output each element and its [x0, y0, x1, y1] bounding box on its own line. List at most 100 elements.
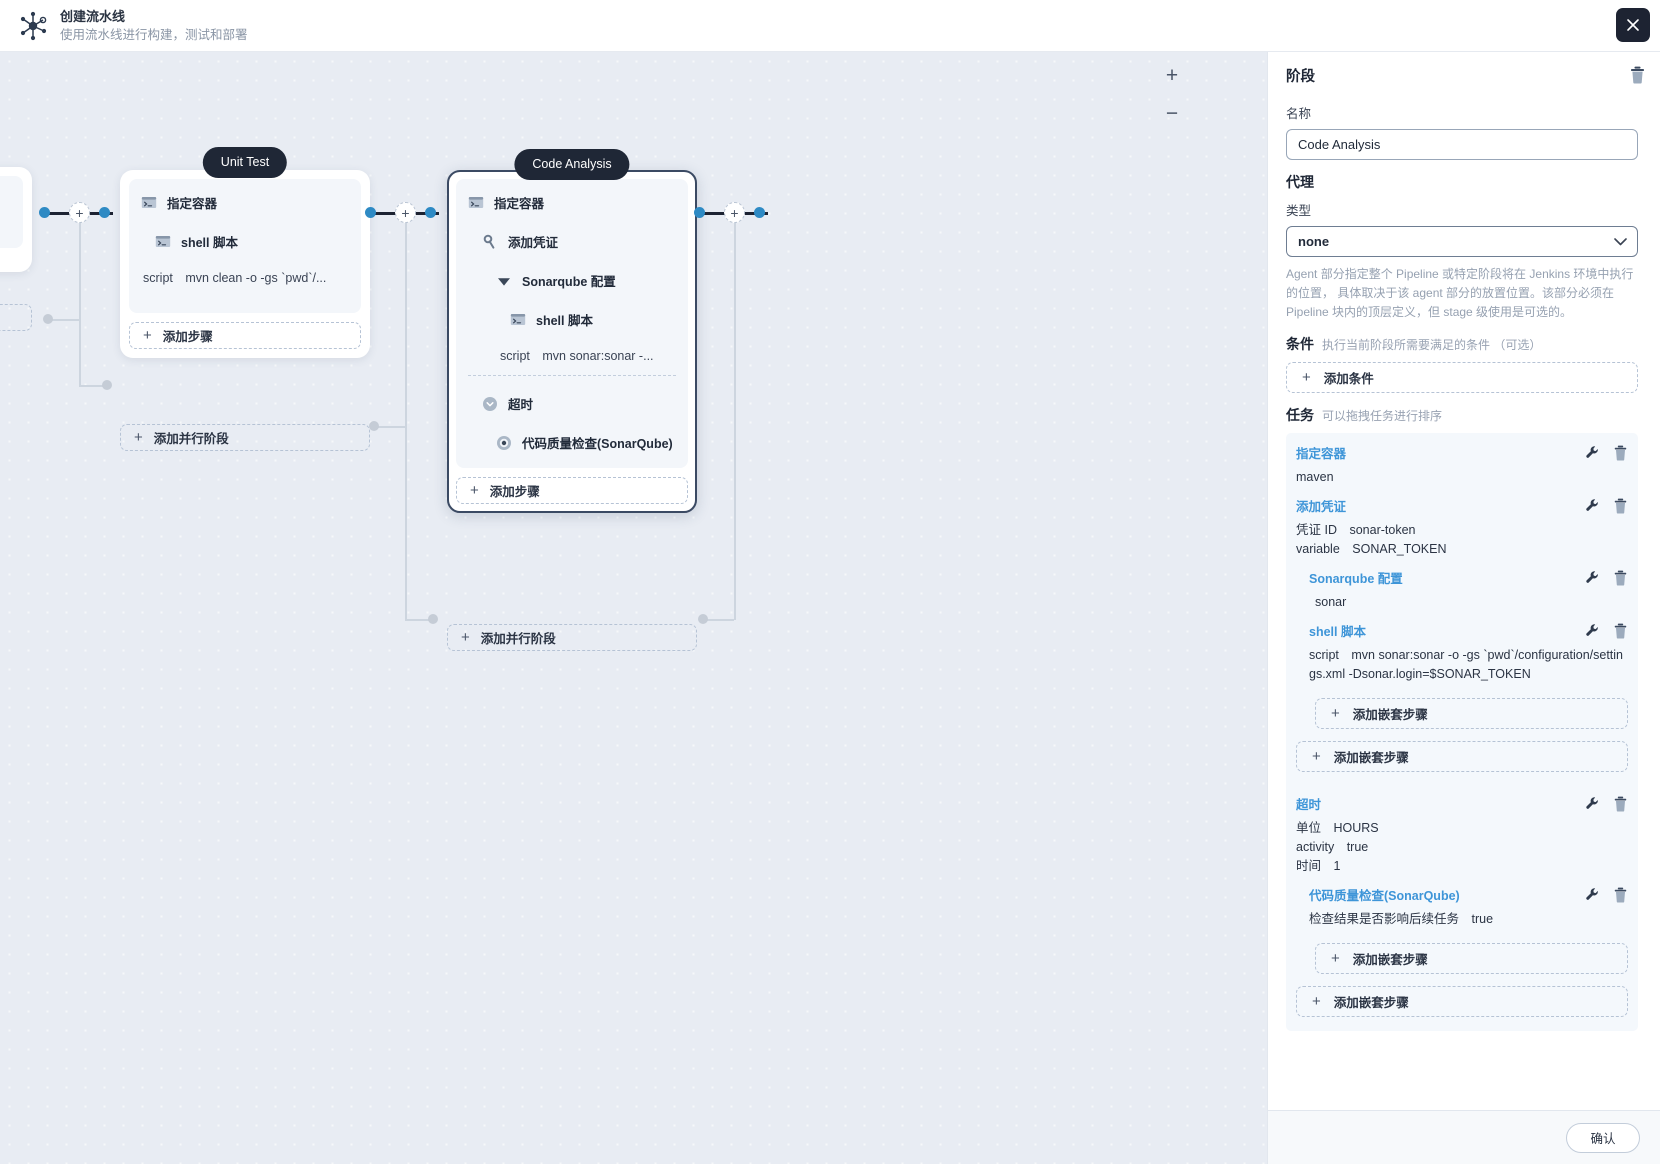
- wrench-icon[interactable]: [1585, 570, 1600, 585]
- add-stage-plus-button[interactable]: +: [724, 202, 745, 223]
- kv-value: mvn sonar:sonar -o -gs `pwd`/configurati…: [1309, 648, 1624, 681]
- add-nested-label: 添加嵌套步骤: [1352, 953, 1428, 967]
- condition-heading: 条件 执行当前阶段所需要满足的条件 （可选）: [1286, 334, 1638, 354]
- plus-icon: +: [461, 629, 470, 646]
- add-stage-plus-button[interactable]: +: [395, 202, 416, 223]
- stage-name-badge[interactable]: Code Analysis: [514, 149, 630, 180]
- pipeline-node-icon: [16, 9, 50, 43]
- add-nested-step-button-inner[interactable]: + 添加嵌套步骤: [1315, 698, 1628, 729]
- task-header-shell[interactable]: shell 脚本: [1309, 621, 1628, 640]
- zoom-in-button[interactable]: +: [1159, 62, 1185, 88]
- task-header-credentials[interactable]: 添加凭证: [1296, 496, 1628, 515]
- connector-vline: [734, 222, 736, 620]
- connector-endpoint-dot: [428, 614, 438, 624]
- connector-dot: [694, 207, 705, 218]
- task-header-sonarqube[interactable]: Sonarqube 配置: [1309, 568, 1628, 587]
- trash-icon[interactable]: [1613, 796, 1628, 812]
- pipeline-canvas[interactable]: + − + + Unit Test 指定容器: [0, 52, 1267, 1164]
- stage-name-input[interactable]: [1286, 129, 1638, 160]
- trash-icon[interactable]: [1613, 623, 1628, 639]
- add-nested-label: 添加嵌套步骤: [1352, 708, 1428, 722]
- plus-icon: +: [1312, 748, 1321, 765]
- zoom-out-button[interactable]: −: [1159, 100, 1185, 126]
- kv-value: 1: [1333, 859, 1341, 873]
- step-label: shell 脚本: [536, 314, 593, 328]
- condition-title: 条件: [1286, 336, 1314, 352]
- step-row-shell[interactable]: shell 脚本: [155, 232, 349, 251]
- confirm-button[interactable]: 确认: [1566, 1122, 1640, 1153]
- task-name[interactable]: 超时: [1296, 794, 1585, 813]
- add-nested-step-button-inner-2[interactable]: + 添加嵌套步骤: [1315, 943, 1628, 974]
- kv-key: maven: [1296, 470, 1334, 484]
- add-condition-button[interactable]: + 添加条件: [1286, 362, 1638, 393]
- add-nested-step-button-outer[interactable]: + 添加嵌套步骤: [1296, 741, 1628, 772]
- kv-value: mvn sonar:sonar -...: [542, 349, 654, 363]
- step-row-quality-gate[interactable]: 代码质量检查(SonarQube): [496, 433, 676, 452]
- task-card[interactable]: 指定容器 maven 添加凭证 凭证 ID sonar-token variab…: [1286, 433, 1638, 1031]
- task-kv-row: 时间 1: [1296, 857, 1628, 876]
- target-icon: [497, 435, 511, 450]
- step-row-container[interactable]: 指定容器: [468, 193, 676, 212]
- trash-icon[interactable]: [1613, 498, 1628, 514]
- wrench-icon[interactable]: [1585, 796, 1600, 811]
- task-name[interactable]: 代码质量检查(SonarQube): [1309, 885, 1585, 904]
- task-header-quality-gate[interactable]: 代码质量检查(SonarQube): [1309, 885, 1628, 904]
- task-name[interactable]: 添加凭证: [1296, 496, 1585, 515]
- wrench-icon[interactable]: [1585, 445, 1600, 460]
- add-step-button[interactable]: + 添加步骤: [456, 477, 688, 504]
- step-label: 指定容器: [167, 197, 218, 211]
- task-header-container[interactable]: 指定容器: [1296, 443, 1628, 462]
- agent-type-select[interactable]: none: [1286, 226, 1638, 257]
- task-kv-row: 检查结果是否影响后续任务 true: [1309, 910, 1628, 929]
- step-label: shell 脚本: [181, 236, 238, 250]
- kv-value: true: [1471, 912, 1494, 926]
- panel-title: 阶段: [1286, 68, 1315, 85]
- task-header-timeout[interactable]: 超时: [1296, 794, 1628, 813]
- kv-key: 单位: [1296, 821, 1322, 835]
- add-parallel-label: 添加并行阶段: [153, 432, 229, 446]
- task-kv-row: sonar: [1315, 593, 1628, 612]
- stage-card-previous[interactable]: [0, 167, 32, 272]
- add-step-button[interactable]: + 添加步骤: [129, 322, 361, 349]
- add-step-label: 添加步骤: [489, 485, 540, 499]
- task-name[interactable]: 指定容器: [1296, 443, 1585, 462]
- task-kv-row: activity true: [1296, 838, 1628, 857]
- name-field-label: 名称: [1286, 107, 1312, 121]
- condition-hint: 执行当前阶段所需要满足的条件 （可选）: [1322, 338, 1542, 352]
- trash-icon[interactable]: [1613, 570, 1628, 586]
- add-parallel-stage-previous[interactable]: +: [0, 304, 32, 331]
- kv-value: SONAR_TOKEN: [1352, 542, 1447, 556]
- connector-vline: [405, 222, 407, 620]
- wrench-icon[interactable]: [1585, 887, 1600, 902]
- wrench-icon[interactable]: [1585, 623, 1600, 638]
- task-kv-row: 凭证 ID sonar-token: [1296, 521, 1628, 540]
- connector-endpoint-dot: [369, 421, 379, 431]
- connector-hline: [377, 426, 405, 428]
- delete-stage-button[interactable]: [1629, 66, 1646, 84]
- kv-value: sonar-token: [1349, 523, 1416, 537]
- add-parallel-stage-code-analysis[interactable]: + 添加并行阶段: [447, 624, 697, 651]
- panel-scroll-area[interactable]: 名称 代理 类型 none Agent 部分指定整个 Pipeline 或特定阶…: [1268, 98, 1660, 1110]
- agent-section-title: 代理: [1286, 174, 1314, 190]
- connector-dot: [39, 207, 50, 218]
- step-label: 添加凭证: [508, 236, 559, 250]
- add-parallel-stage-unit-test[interactable]: + 添加并行阶段: [120, 424, 370, 451]
- page-subtitle: 使用流水线进行构建，测试和部署: [60, 27, 248, 42]
- add-nested-step-button-outer-2[interactable]: + 添加嵌套步骤: [1296, 986, 1628, 1017]
- step-row-credentials[interactable]: 添加凭证: [482, 232, 676, 251]
- trash-icon[interactable]: [1613, 887, 1628, 903]
- close-button[interactable]: [1616, 8, 1650, 42]
- step-row-container[interactable]: 指定容器: [141, 193, 349, 212]
- stage-card-unit-test[interactable]: Unit Test 指定容器 shell 脚本 script mvn clean…: [120, 147, 370, 358]
- wrench-icon[interactable]: [1585, 498, 1600, 513]
- add-stage-plus-button[interactable]: +: [69, 202, 90, 223]
- stage-name-badge[interactable]: Unit Test: [202, 147, 288, 178]
- task-name[interactable]: Sonarqube 配置: [1309, 568, 1585, 587]
- step-row-sonarqube[interactable]: Sonarqube 配置: [496, 271, 676, 290]
- step-row-shell[interactable]: shell 脚本: [510, 310, 676, 329]
- trash-icon[interactable]: [1613, 445, 1628, 461]
- plus-icon: +: [1331, 950, 1340, 967]
- task-name[interactable]: shell 脚本: [1309, 621, 1585, 640]
- stage-card-code-analysis[interactable]: Code Analysis 指定容器 添加凭证 Sonarqube 配置 she…: [447, 149, 697, 513]
- step-row-timeout[interactable]: 超时: [482, 394, 676, 413]
